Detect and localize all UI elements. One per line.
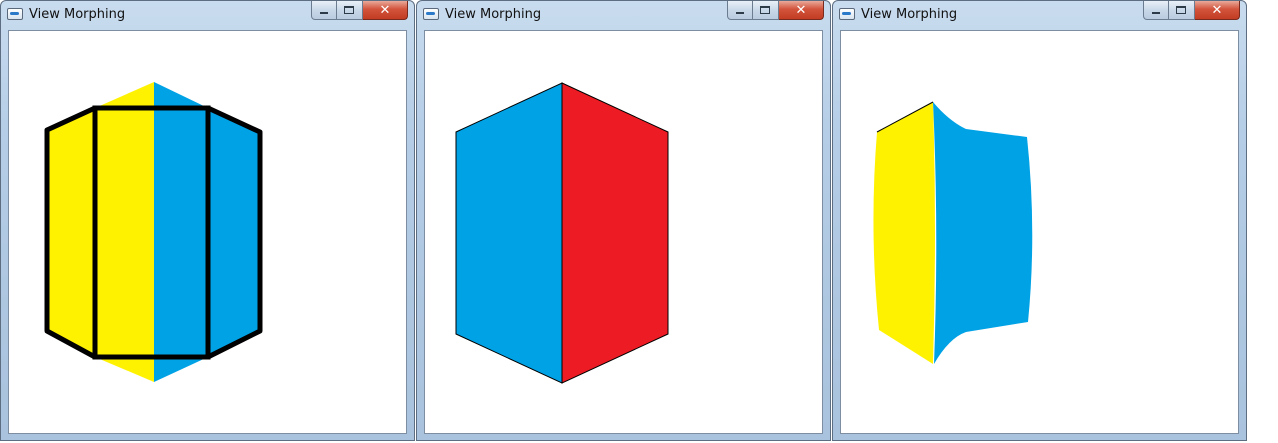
title-bar[interactable]: View Morphing ✕ [1, 1, 414, 29]
window-controls: ✕ [311, 1, 408, 20]
minimize-button[interactable] [727, 1, 753, 20]
maximize-icon [760, 6, 770, 14]
close-icon: ✕ [379, 3, 391, 18]
red-face [561, 82, 669, 384]
title-bar[interactable]: View Morphing ✕ [833, 1, 1246, 29]
view-morphing-window-1[interactable]: View Morphing ✕ [0, 0, 415, 441]
maximize-icon [344, 6, 354, 14]
window-title: View Morphing [29, 7, 126, 22]
view-morphing-window-2[interactable]: View Morphing ✕ [416, 0, 831, 441]
minimize-icon [736, 12, 744, 14]
minimize-button[interactable] [311, 1, 337, 20]
maximize-icon [1176, 6, 1186, 14]
app-icon [839, 8, 855, 20]
canvas-target-view [424, 30, 823, 434]
app-icon [7, 8, 23, 20]
target-image [455, 82, 669, 384]
maximize-button[interactable] [337, 1, 363, 20]
window-title: View Morphing [861, 7, 958, 22]
window-title: View Morphing [445, 7, 542, 22]
view-morphing-window-3[interactable]: View Morphing ✕ [832, 0, 1247, 441]
close-button[interactable]: ✕ [1195, 1, 1240, 20]
source-image [44, 82, 263, 382]
close-button[interactable]: ✕ [779, 1, 824, 20]
minimize-icon [320, 12, 328, 14]
close-icon: ✕ [1211, 3, 1223, 18]
blue-face [455, 82, 563, 384]
maximize-button[interactable] [1169, 1, 1195, 20]
canvas-morphed-view [840, 30, 1239, 434]
close-icon: ✕ [795, 3, 807, 18]
minimize-icon [1152, 12, 1160, 14]
minimize-button[interactable] [1143, 1, 1169, 20]
title-bar[interactable]: View Morphing ✕ [417, 1, 830, 29]
close-button[interactable]: ✕ [363, 1, 408, 20]
blue-face [933, 102, 1033, 364]
maximize-button[interactable] [753, 1, 779, 20]
app-icon [423, 8, 439, 20]
morphed-image [873, 101, 1033, 364]
canvas-source-view [8, 30, 407, 434]
window-controls: ✕ [1143, 1, 1240, 20]
yellow-face [873, 102, 935, 364]
window-controls: ✕ [727, 1, 824, 20]
